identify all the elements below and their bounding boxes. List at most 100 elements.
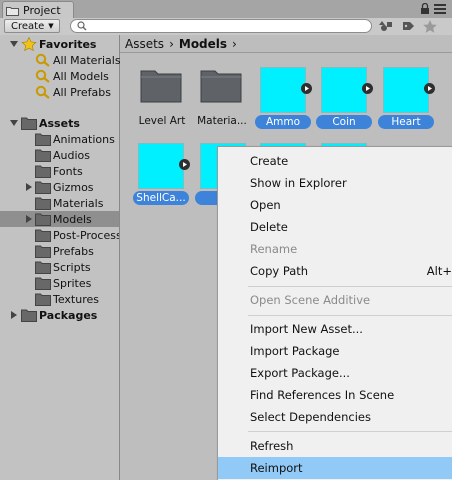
- foldout-collapsed-icon[interactable]: [10, 311, 18, 319]
- menu-item-label: Refresh: [250, 439, 294, 453]
- project-tree: Favorites All Materials All Models All P…: [0, 35, 121, 480]
- tree-item-textures[interactable]: Textures: [0, 291, 119, 307]
- tree-item-all-materials[interactable]: All Materials: [0, 52, 121, 68]
- menu-item-create[interactable]: Create: [218, 150, 452, 172]
- tree-item-label: Scripts: [53, 260, 91, 274]
- create-button[interactable]: Create ▼: [4, 19, 60, 33]
- create-label: Create: [11, 20, 45, 32]
- tree-item-all-prefabs[interactable]: All Prefabs: [0, 84, 119, 100]
- menu-item-export-package[interactable]: Export Package...: [218, 362, 452, 384]
- tree-item-prefabs[interactable]: Prefabs: [0, 243, 119, 259]
- asset-item[interactable]: Heart: [377, 57, 437, 129]
- tree-item-gizmos[interactable]: Gizmos: [0, 179, 119, 195]
- asset-item[interactable]: Ammo: [254, 57, 314, 129]
- dropdown-arrow-icon: ▼: [48, 22, 54, 30]
- folder-icon: [35, 181, 51, 194]
- menu-separator: [248, 431, 452, 432]
- folder-icon: [35, 277, 51, 290]
- menu-separator: [248, 315, 452, 316]
- search-by-type-icon[interactable]: [378, 19, 396, 33]
- folder-icon: [21, 309, 37, 322]
- favorite-star-icon[interactable]: [421, 19, 439, 33]
- tree-favorites[interactable]: Favorites: [0, 36, 119, 52]
- expand-arrow-icon[interactable]: [424, 83, 435, 94]
- menu-item-open[interactable]: Open: [218, 194, 452, 216]
- asset-item[interactable]: Level Art: [132, 57, 192, 127]
- tree-item-label: All Prefabs: [53, 85, 111, 99]
- tree-item-scripts[interactable]: Scripts: [0, 259, 119, 275]
- foldout-expanded-icon: [10, 41, 18, 47]
- expand-arrow-icon[interactable]: [301, 83, 312, 94]
- breadcrumb-models[interactable]: Models: [174, 37, 227, 51]
- tree-item-fonts[interactable]: Fonts: [0, 163, 119, 179]
- search-by-label-icon[interactable]: [400, 19, 418, 33]
- expand-arrow-icon[interactable]: [179, 159, 190, 170]
- tree-item-audios[interactable]: Audios: [0, 147, 119, 163]
- menu-item-find-references[interactable]: Find References In Scene: [218, 384, 452, 406]
- asset-item[interactable]: Coin: [315, 57, 375, 129]
- foldout-expanded-icon: [10, 120, 18, 126]
- tree-assets[interactable]: Assets: [0, 115, 119, 131]
- expand-arrow-icon[interactable]: [362, 83, 373, 94]
- menu-item-show-in-explorer[interactable]: Show in Explorer: [218, 172, 452, 194]
- folder-icon: [35, 165, 51, 178]
- tab-project[interactable]: Project: [2, 1, 74, 19]
- tree-item-post-processing[interactable]: Post-Processing: [0, 227, 119, 243]
- folder-icon: [140, 70, 182, 103]
- search-icon: [35, 69, 50, 83]
- menu-separator: [248, 286, 452, 287]
- tree-item-label: Sprites: [53, 276, 92, 290]
- folder-icon: [35, 261, 51, 274]
- folder-icon: [200, 70, 242, 103]
- foldout-collapsed-icon[interactable]: [25, 215, 33, 223]
- search-input[interactable]: [70, 19, 372, 33]
- tree-item-animations[interactable]: Animations: [0, 131, 119, 147]
- menu-item-label: Rename: [250, 242, 298, 256]
- folder-icon: [35, 245, 51, 258]
- tree-item-label: All Materials: [53, 53, 121, 67]
- menu-item-label: Import Package: [250, 344, 340, 358]
- menu-item-label: Find References In Scene: [250, 388, 395, 402]
- tree-item-materials[interactable]: Materials: [0, 195, 119, 211]
- asset-item[interactable]: ShellCa...: [132, 133, 192, 205]
- model-thumbnail: [260, 67, 306, 113]
- menu-item-label: Select Dependencies: [250, 410, 371, 424]
- menu-item-label: Import New Asset...: [250, 322, 363, 336]
- tree-item-label: Post-Processing: [53, 228, 119, 242]
- menu-item-select-dependencies[interactable]: Select Dependencies: [218, 406, 452, 428]
- folder-icon: [35, 293, 51, 306]
- menu-icon[interactable]: [434, 3, 446, 14]
- tree-favorites-label: Favorites: [39, 37, 97, 51]
- breadcrumb-assets[interactable]: Assets: [120, 37, 164, 51]
- folder-icon: [35, 229, 51, 242]
- tree-item-label: Materials: [53, 196, 104, 210]
- tree-item-label: Fonts: [53, 164, 83, 178]
- menu-item-label: Open: [250, 198, 281, 212]
- tree-item-sprites[interactable]: Sprites: [0, 275, 119, 291]
- asset-label: Coin: [316, 115, 372, 129]
- menu-item-copy-path[interactable]: Copy Path Alt+: [218, 260, 452, 282]
- tree-packages-label: Packages: [39, 308, 98, 322]
- menu-item-label: Open Scene Additive: [250, 293, 371, 307]
- star-icon: [21, 37, 37, 51]
- foldout-collapsed-icon[interactable]: [25, 183, 33, 191]
- folder-icon: [6, 7, 19, 16]
- toolbar: Create ▼: [0, 18, 452, 36]
- menu-item-import-new-asset[interactable]: Import New Asset...: [218, 318, 452, 340]
- tree-packages[interactable]: Packages: [0, 307, 119, 323]
- menu-item-delete[interactable]: Delete: [218, 216, 452, 238]
- model-thumbnail: [138, 143, 184, 189]
- folder-icon: [35, 133, 51, 146]
- asset-item[interactable]: Materia...: [192, 57, 252, 127]
- model-thumbnail: [383, 67, 429, 113]
- tree-item-all-models[interactable]: All Models: [0, 68, 119, 84]
- tree-item-label: Prefabs: [53, 244, 94, 258]
- menu-item-reimport[interactable]: Reimport: [218, 457, 452, 479]
- lock-icon[interactable]: [420, 3, 430, 14]
- menu-item-label: Copy Path: [250, 264, 309, 278]
- menu-item-import-package[interactable]: Import Package: [218, 340, 452, 362]
- menu-item-refresh[interactable]: Refresh: [218, 435, 452, 457]
- tree-item-label: Gizmos: [53, 180, 94, 194]
- tree-item-models[interactable]: Models: [0, 211, 119, 227]
- search-icon: [35, 85, 50, 99]
